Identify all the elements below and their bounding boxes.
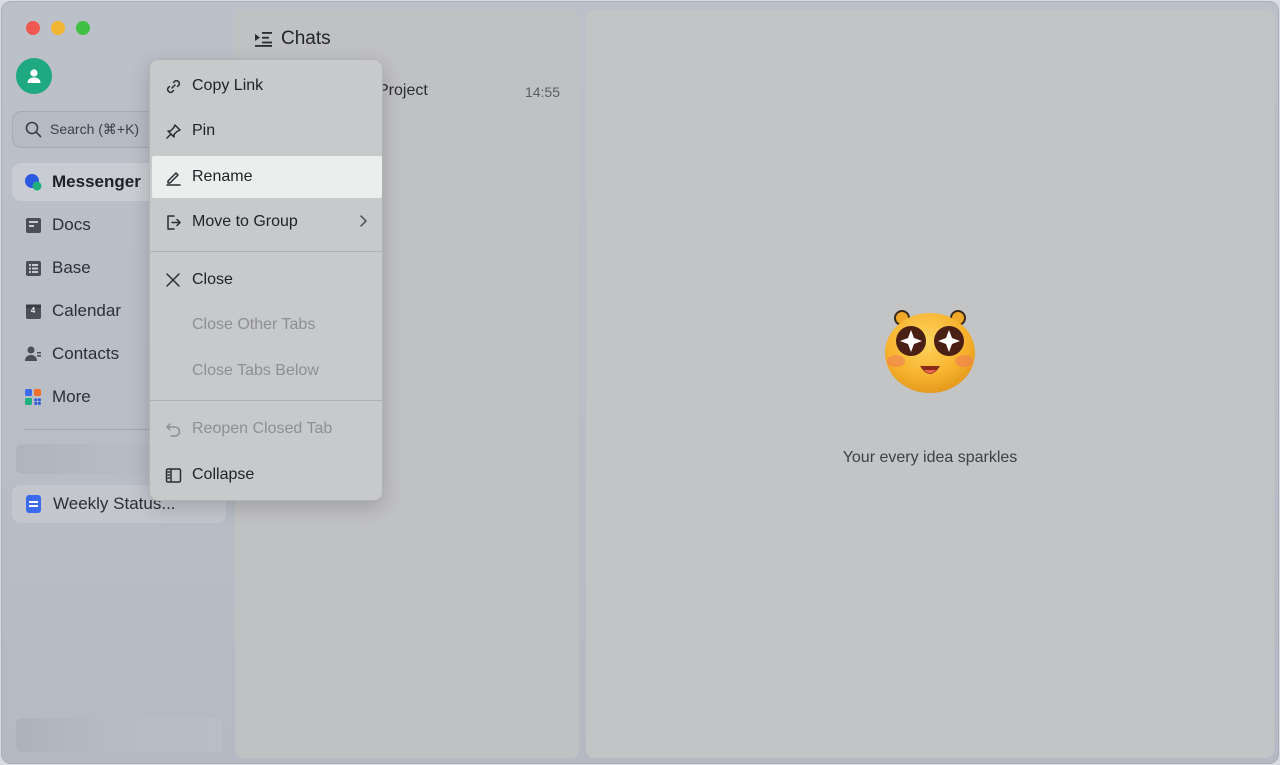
menu-item-move-to-group[interactable]: Move to Group — [152, 201, 382, 243]
menu-item-collapse[interactable]: Collapse — [152, 454, 382, 496]
menu-item-label: Pin — [192, 122, 216, 139]
blurred-footer — [16, 718, 222, 752]
menu-item-close-tabs-below[interactable]: Close Tabs Below — [152, 350, 382, 392]
menu-separator — [150, 400, 382, 401]
sidebar-collapse-icon — [164, 466, 182, 484]
context-menu: Copy Link Pin Rename Move to Group Close… — [149, 59, 383, 501]
calendar-icon: 4 — [24, 302, 42, 320]
link-icon — [164, 77, 182, 95]
contacts-icon — [24, 345, 42, 363]
search-label: Search (⌘+K) — [50, 121, 140, 137]
sidebar-item-label: Docs — [52, 215, 91, 234]
sidebar-item-label: More — [52, 387, 91, 406]
starry-eyes-emoji — [885, 310, 975, 393]
search-icon — [25, 121, 42, 138]
chats-header: Chats — [253, 28, 331, 50]
search-input[interactable]: Search (⌘+K) — [12, 111, 162, 148]
window-close-button[interactable] — [26, 21, 40, 35]
sidebar-item-label: Messenger — [52, 172, 141, 191]
menu-item-label: Close Tabs Below — [192, 362, 319, 379]
undo-icon — [164, 420, 182, 438]
window-controls — [26, 21, 90, 35]
document-icon — [26, 495, 41, 513]
menu-item-label: Close — [192, 271, 233, 288]
sidebar-item-label: Calendar — [52, 301, 121, 320]
menu-item-close-other-tabs[interactable]: Close Other Tabs — [152, 304, 382, 346]
user-icon — [27, 69, 41, 83]
menu-item-reopen-closed-tab[interactable]: Reopen Closed Tab — [152, 408, 382, 450]
menu-item-label: Reopen Closed Tab — [192, 420, 333, 437]
pencil-icon — [164, 168, 182, 186]
sidebar-item-label: Base — [52, 258, 91, 277]
sidebar-item-label: Contacts — [52, 344, 120, 363]
menu-item-label: Rename — [192, 168, 253, 185]
chats-title: Chats — [281, 28, 331, 49]
messenger-icon — [24, 173, 42, 191]
menu-item-copy-link[interactable]: Copy Link — [152, 65, 382, 107]
menu-item-close[interactable]: Close — [152, 259, 382, 301]
menu-item-label: Collapse — [192, 466, 255, 483]
window-minimize-button[interactable] — [51, 21, 65, 35]
docs-icon — [24, 216, 42, 234]
chevron-right-icon — [360, 215, 367, 227]
menu-item-label: Move to Group — [192, 213, 298, 230]
chats-list-icon[interactable] — [253, 30, 273, 48]
chat-item-time: 14:55 — [524, 84, 560, 100]
menu-item-rename[interactable]: Rename — [152, 156, 382, 198]
menu-item-label: Copy Link — [192, 77, 264, 94]
calendar-badge: 4 — [30, 306, 36, 315]
menu-item-pin[interactable]: Pin — [152, 110, 382, 152]
chat-item-title[interactable]: Project — [378, 82, 428, 100]
base-icon — [24, 259, 42, 277]
menu-item-label: Close Other Tabs — [192, 316, 316, 333]
empty-state-text: Your every idea sparkles — [842, 449, 1018, 466]
move-icon — [164, 213, 182, 231]
avatar[interactable] — [16, 58, 52, 94]
window-zoom-button[interactable] — [76, 21, 90, 35]
main-panel: Your every idea sparkles — [586, 10, 1274, 758]
pin-icon — [164, 122, 182, 140]
menu-separator — [150, 251, 382, 252]
close-icon — [164, 271, 182, 289]
more-apps-icon — [24, 388, 42, 406]
